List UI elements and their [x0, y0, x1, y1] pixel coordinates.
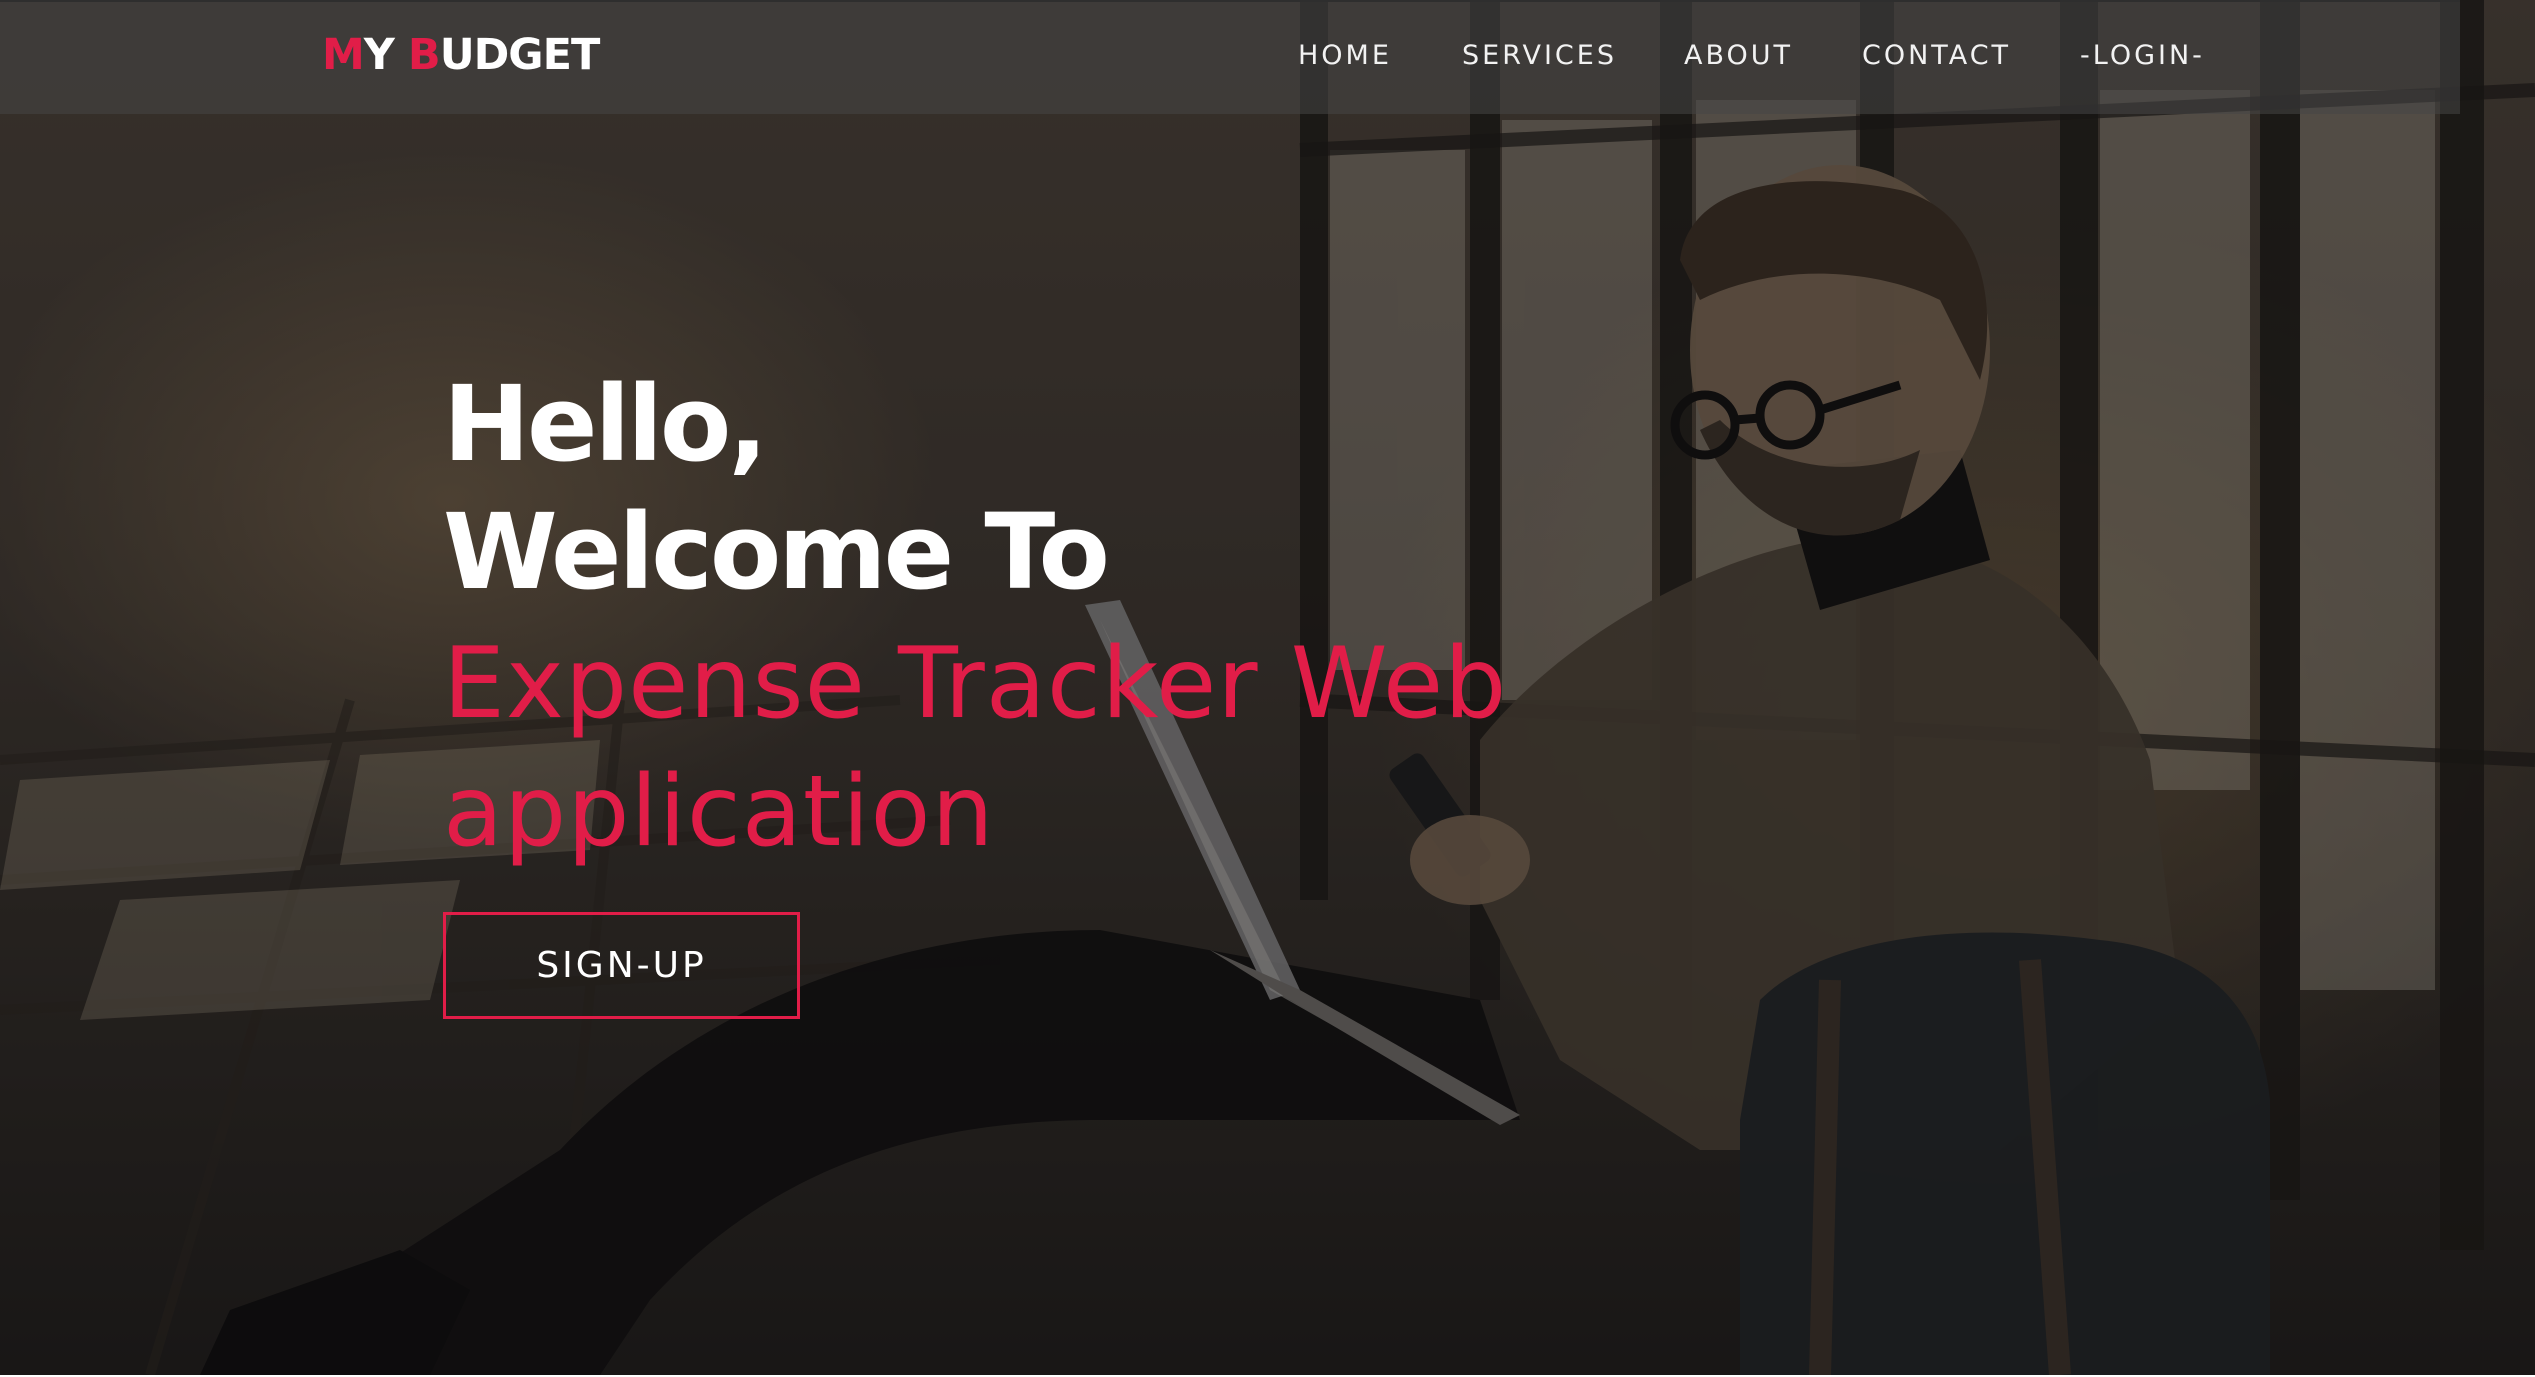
hero-greeting: Hello, — [443, 363, 768, 485]
logo-initial-m: M — [322, 30, 365, 80]
signup-button[interactable]: SIGN-UP — [443, 912, 800, 1019]
brand-logo[interactable]: MY BUDGET — [322, 30, 601, 80]
logo-text-y: Y — [363, 30, 408, 80]
nav-item-login[interactable]: -LOGIN- — [2080, 40, 2205, 71]
logo-text-udget: UDGET — [439, 30, 601, 80]
hero-welcome: Welcome To — [443, 491, 1110, 613]
nav-item-home[interactable]: HOME — [1298, 40, 1392, 71]
nav-item-services[interactable]: SERVICES — [1462, 40, 1617, 71]
hero-headline: Hello, Welcome To — [443, 360, 1110, 616]
nav-item-about[interactable]: ABOUT — [1684, 40, 1793, 71]
hero-app-name-line1: Expense Tracker Web — [443, 627, 1508, 741]
landing-page: MY BUDGET HOME SERVICES ABOUT CONTACT -L… — [0, 0, 2535, 1377]
hero-app-name-line2: application — [443, 755, 995, 869]
logo-initial-b: B — [407, 30, 441, 80]
hero-app-name: Expense Tracker Web application — [443, 620, 1507, 876]
nav-item-contact[interactable]: CONTACT — [1862, 40, 2011, 71]
